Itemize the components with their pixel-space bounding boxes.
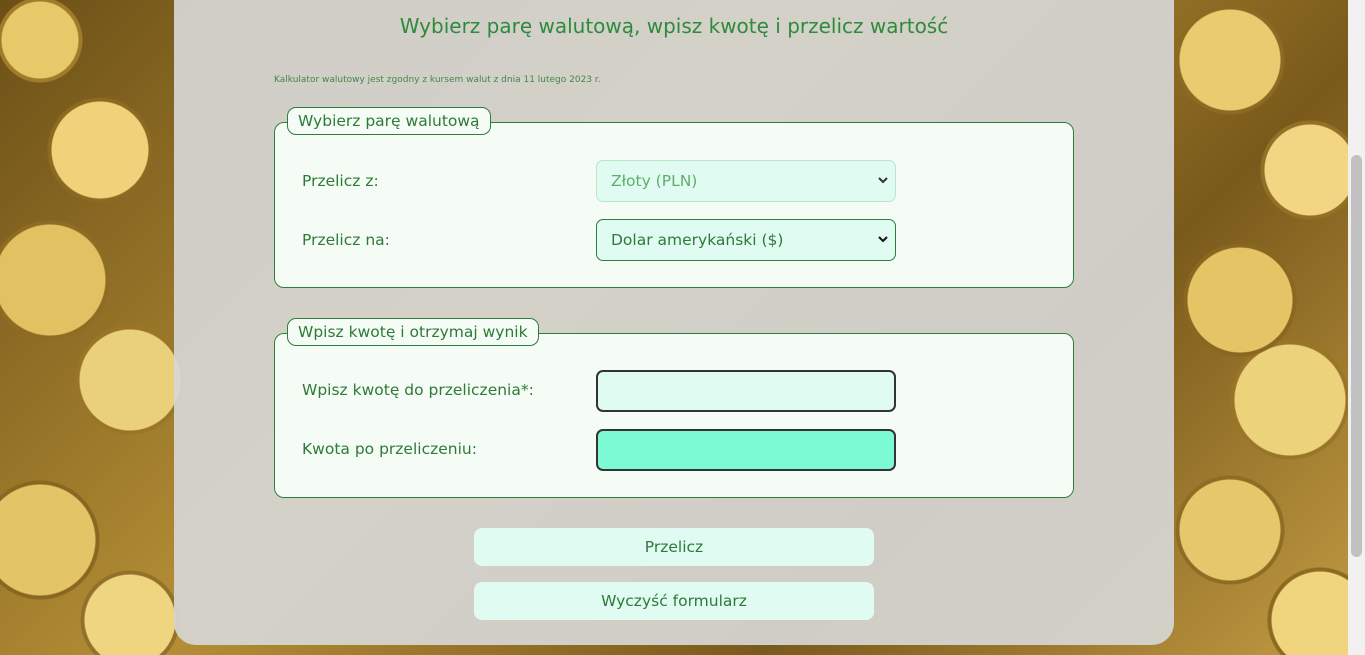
result-label: Kwota po przeliczeniu:	[302, 440, 477, 458]
amount-input-label: Wpisz kwotę do przeliczenia*:	[302, 381, 534, 399]
rate-note: Kalkulator walutowy jest zgodny z kursem…	[274, 75, 601, 85]
amount-fieldset: Wpisz kwotę i otrzymaj wynik Wpisz kwotę…	[274, 318, 1074, 498]
from-currency-select[interactable]: Złoty (PLN)	[596, 160, 896, 202]
to-label: Przelicz na:	[302, 231, 390, 249]
result-output	[596, 429, 896, 471]
chevron-down-icon	[878, 236, 888, 243]
scrollbar-thumb[interactable]	[1351, 155, 1362, 557]
to-currency-select[interactable]: Dolar amerykański ($)	[596, 219, 896, 261]
currency-pair-legend: Wybierz parę walutową	[287, 107, 491, 135]
amount-legend: Wpisz kwotę i otrzymaj wynik	[287, 318, 539, 346]
from-currency-value: Złoty (PLN)	[611, 172, 698, 190]
page-title: Wybierz parę walutową, wpisz kwotę i prz…	[399, 14, 949, 38]
to-currency-value: Dolar amerykański ($)	[611, 231, 784, 249]
page-scrollbar[interactable]	[1348, 0, 1365, 655]
currency-pair-fieldset: Wybierz parę walutową Przelicz z: Złoty …	[274, 107, 1074, 288]
amount-input[interactable]	[596, 370, 896, 412]
chevron-down-icon	[878, 177, 888, 184]
from-label: Przelicz z:	[302, 172, 379, 190]
convert-button[interactable]: Przelicz	[474, 528, 874, 566]
clear-form-button[interactable]: Wyczyść formularz	[474, 582, 874, 620]
